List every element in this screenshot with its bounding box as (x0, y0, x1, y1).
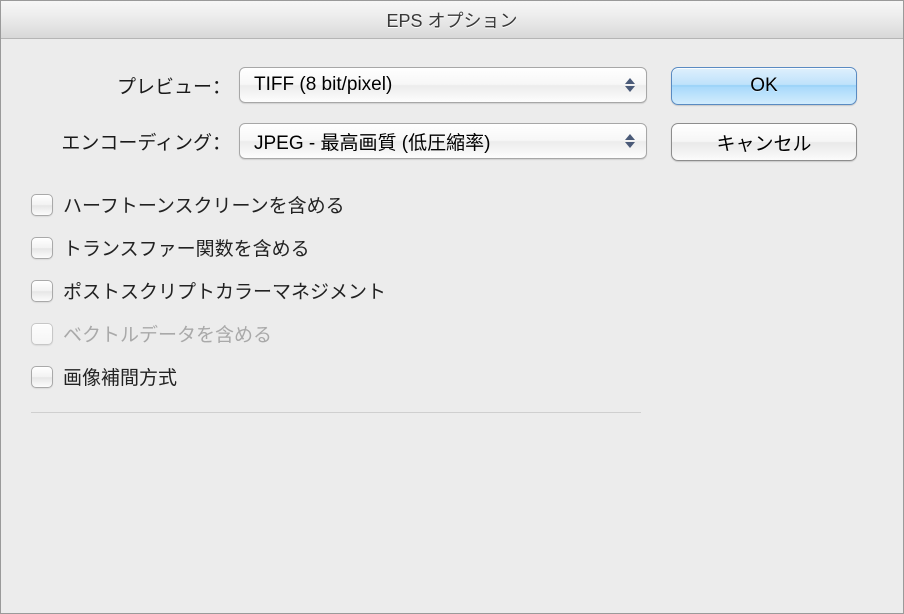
checkbox-interpolation-row[interactable]: 画像補間方式 (31, 363, 641, 390)
preview-popup[interactable]: TIFF (8 bit/pixel) (239, 67, 647, 103)
encoding-row: エンコーディング： JPEG - 最高画質 (低圧縮率) (31, 123, 671, 159)
ok-button-label: OK (750, 75, 777, 97)
cancel-button-label: キャンセル (716, 129, 811, 156)
dialog-content: プレビュー： TIFF (8 bit/pixel) エンコーディング： JPEG… (1, 39, 903, 613)
checkbox-group: ハーフトーンスクリーンを含める トランスファー関数を含める ポストスクリプトカラ… (31, 191, 641, 413)
checkbox-halftone-label: ハーフトーンスクリーンを含める (63, 191, 345, 218)
checkbox-transfer-label: トランスファー関数を含める (63, 234, 310, 261)
checkbox-vector-row: ベクトルデータを含める (31, 320, 641, 347)
cancel-button[interactable]: キャンセル (671, 123, 857, 161)
main-column: プレビュー： TIFF (8 bit/pixel) エンコーディング： JPEG… (31, 67, 671, 593)
encoding-popup-value: JPEG - 最高画質 (低圧縮率) (254, 128, 490, 155)
checkbox-postscript-color-row[interactable]: ポストスクリプトカラーマネジメント (31, 277, 641, 304)
popup-arrows-icon (624, 134, 636, 148)
preview-popup-value: TIFF (8 bit/pixel) (254, 74, 392, 96)
popup-arrows-icon (624, 78, 636, 92)
ok-button[interactable]: OK (671, 67, 857, 105)
button-column: OK キャンセル (671, 67, 873, 593)
checkbox-interpolation-label: 画像補間方式 (63, 363, 177, 390)
eps-options-dialog: EPS オプション プレビュー： TIFF (8 bit/pixel) エンコー… (0, 0, 904, 614)
checkbox-postscript-color[interactable] (31, 280, 53, 302)
checkbox-transfer[interactable] (31, 237, 53, 259)
dialog-title: EPS オプション (386, 7, 517, 33)
preview-row: プレビュー： TIFF (8 bit/pixel) (31, 67, 671, 103)
encoding-label: エンコーディング： (31, 128, 239, 155)
checkbox-transfer-row[interactable]: トランスファー関数を含める (31, 234, 641, 261)
checkbox-postscript-color-label: ポストスクリプトカラーマネジメント (63, 277, 386, 304)
checkbox-interpolation[interactable] (31, 366, 53, 388)
checkbox-halftone-row[interactable]: ハーフトーンスクリーンを含める (31, 191, 641, 218)
encoding-popup[interactable]: JPEG - 最高画質 (低圧縮率) (239, 123, 647, 159)
checkbox-vector-label: ベクトルデータを含める (63, 320, 272, 347)
checkbox-vector (31, 323, 53, 345)
preview-label: プレビュー： (31, 72, 239, 99)
checkbox-halftone[interactable] (31, 194, 53, 216)
dialog-titlebar: EPS オプション (1, 1, 903, 39)
